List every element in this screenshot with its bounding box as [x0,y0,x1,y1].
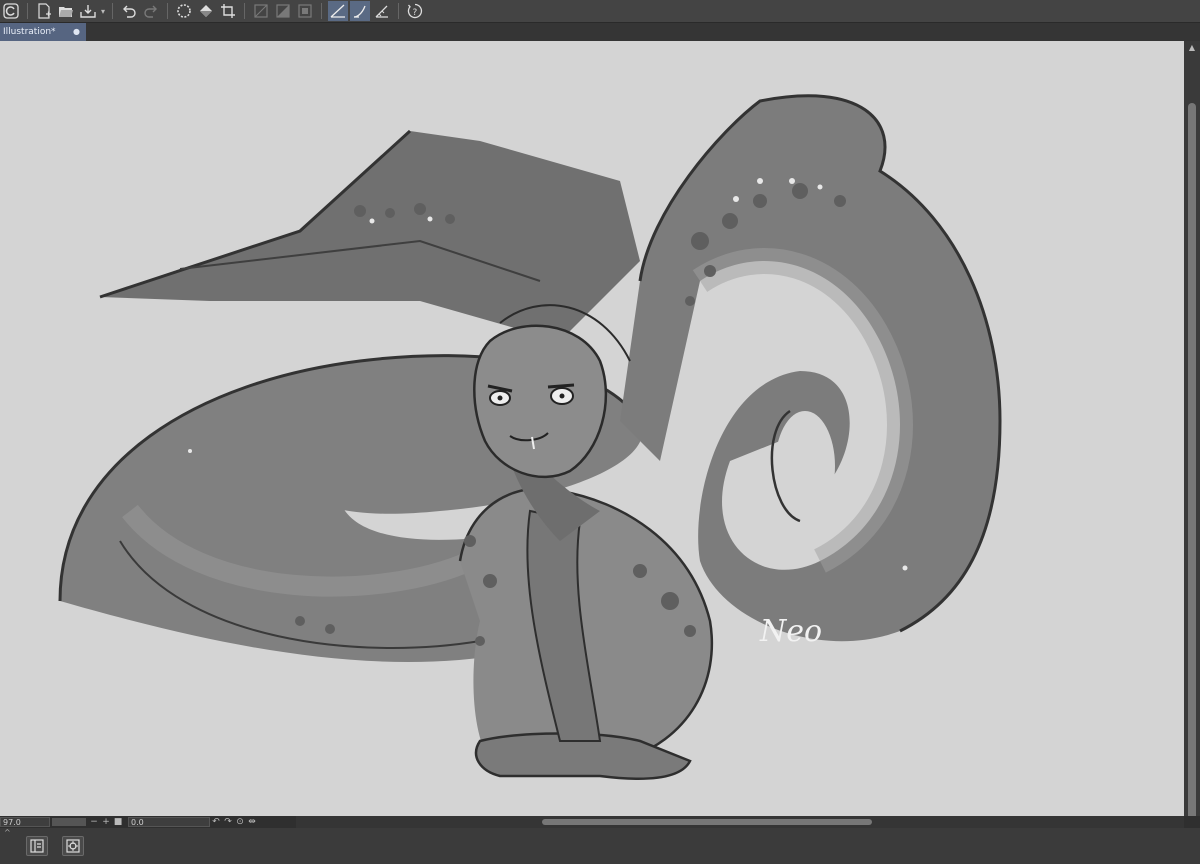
selection-icon[interactable] [295,1,315,21]
save-dropdown-chevron-down-icon[interactable]: ▾ [99,1,107,21]
toolbar-divider [112,3,113,19]
canvas-area[interactable]: Neo [0,41,1184,816]
fit-view-square-icon[interactable]: ■ [112,817,124,827]
tab-title: Illustration* [3,27,56,37]
panel-collapse-chevron-icon[interactable]: ^ [4,828,11,837]
snap-icon[interactable] [350,1,370,21]
rotate-right-icon[interactable]: ↷ [222,817,234,827]
tool-property-button[interactable] [26,836,48,856]
zoom-out-button[interactable]: − [88,817,100,827]
toolbar-divider [167,3,168,19]
zoom-in-button[interactable]: + [100,817,112,827]
clear-icon[interactable] [174,1,194,21]
open-folder-icon[interactable] [56,1,76,21]
flip-horizontal-icon[interactable]: ⇹ [246,817,258,827]
scroll-up-chevron-icon[interactable]: ▲ [1184,41,1200,55]
vertical-scroll-thumb[interactable] [1188,103,1196,833]
selection-icon[interactable] [273,1,293,21]
selection-icon[interactable] [251,1,271,21]
reset-rotation-icon[interactable]: ⊙ [234,817,246,827]
rotation-value: 0.0 [131,818,144,827]
zoom-value: 97.0 [3,818,21,827]
toolbar-divider [398,3,399,19]
svg-text:Neo: Neo [759,614,822,649]
document-tab-strip: Illustration* ● [0,23,1200,41]
save-icon[interactable] [78,1,98,21]
ruler-settings-icon[interactable] [372,1,392,21]
target-icon [66,839,80,853]
zoom-slider[interactable] [52,818,86,826]
bottom-panel: ^ [0,828,1200,864]
navigator-button[interactable] [62,836,84,856]
zoom-field[interactable]: 97.0 [0,817,50,827]
navigator-status-bar: 97.0 − + ■ 0.0 ↶ ↷ ⊙ ⇹ [0,816,1200,828]
rotate-left-icon[interactable]: ↶ [210,817,222,827]
toolbar-divider [244,3,245,19]
vertical-scrollbar[interactable]: ▲ [1184,41,1200,833]
artwork-sea-serpent-sketch: Neo [58,94,1002,780]
crop-icon[interactable] [218,1,238,21]
help-icon[interactable]: ? [405,1,425,21]
fill-icon[interactable] [196,1,216,21]
svg-text:?: ? [413,8,418,18]
horizontal-scroll-thumb[interactable] [542,819,872,825]
tab-illustration[interactable]: Illustration* ● [0,23,86,41]
undo-icon[interactable] [119,1,139,21]
modified-dot-icon: ● [73,27,80,36]
toolbar-divider [27,3,28,19]
rotation-field[interactable]: 0.0 [128,817,210,827]
horizontal-scrollbar[interactable] [296,816,1184,828]
artist-signature: Neo [759,614,822,649]
app-logo-icon[interactable] [1,1,21,21]
main-toolbar: ▾ ? [0,0,1200,23]
ruler-icon[interactable] [328,1,348,21]
toolbar-divider [321,3,322,19]
new-file-icon[interactable] [34,1,54,21]
redo-icon[interactable] [141,1,161,21]
panel-layout-icon [30,839,44,853]
